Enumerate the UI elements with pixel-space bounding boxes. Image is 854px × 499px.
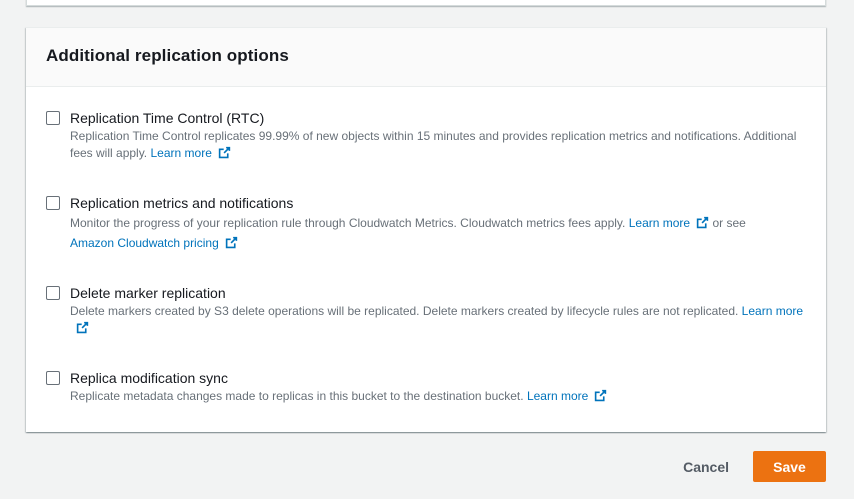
- delete-marker-description-text: Delete markers created by S3 delete oper…: [70, 304, 739, 318]
- metrics-or-see-text: or see: [712, 216, 746, 230]
- cancel-button[interactable]: Cancel: [667, 451, 745, 482]
- form-actions: Cancel Save: [667, 451, 826, 482]
- external-link-icon: [76, 321, 89, 334]
- cloudwatch-pricing-text: Amazon Cloudwatch pricing: [70, 236, 219, 250]
- option-replica-sync: Replica modification sync Replicate meta…: [46, 369, 806, 419]
- metrics-learn-more-link[interactable]: Learn more: [629, 216, 709, 230]
- panel-title: Additional replication options: [46, 46, 289, 65]
- replica-sync-description-text: Replicate metadata changes made to repli…: [70, 389, 524, 403]
- delete-marker-learn-more-text: Learn more: [741, 304, 804, 318]
- rtc-description: Replication Time Control replicates 99.9…: [70, 128, 806, 162]
- replica-sync-checkbox[interactable]: [46, 371, 60, 385]
- panel-body: Replication Time Control (RTC) Replicati…: [26, 87, 826, 419]
- delete-marker-description: Delete markers created by S3 delete oper…: [70, 303, 806, 337]
- option-rtc: Replication Time Control (RTC) Replicati…: [46, 109, 806, 194]
- save-button[interactable]: Save: [753, 451, 826, 482]
- external-link-icon: [595, 389, 607, 402]
- replica-sync-learn-more-link[interactable]: Learn more: [527, 389, 607, 403]
- rtc-label[interactable]: Replication Time Control (RTC): [70, 109, 806, 127]
- additional-replication-options-panel: Additional replication options Replicati…: [26, 27, 826, 432]
- rtc-learn-more-link[interactable]: Learn more: [151, 146, 231, 160]
- option-metrics: Replication metrics and notifications Mo…: [46, 194, 806, 284]
- external-link-icon: [225, 236, 237, 249]
- panel-header: Additional replication options: [26, 28, 826, 87]
- replica-sync-label[interactable]: Replica modification sync: [70, 369, 806, 387]
- metrics-checkbox[interactable]: [46, 196, 60, 210]
- external-link-icon: [218, 146, 231, 159]
- delete-marker-checkbox[interactable]: [46, 286, 60, 300]
- metrics-description-text: Monitor the progress of your replication…: [70, 216, 626, 230]
- metrics-label[interactable]: Replication metrics and notifications: [70, 194, 806, 212]
- previous-panel-bottom: [26, 0, 826, 6]
- rtc-checkbox[interactable]: [46, 111, 60, 125]
- delete-marker-label[interactable]: Delete marker replication: [70, 284, 806, 302]
- replica-sync-description: Replicate metadata changes made to repli…: [70, 388, 806, 405]
- metrics-description: Monitor the progress of your replication…: [70, 213, 806, 253]
- metrics-learn-more-text: Learn more: [628, 216, 691, 230]
- rtc-learn-more-text: Learn more: [150, 146, 212, 160]
- replica-sync-learn-more-text: Learn more: [526, 389, 589, 403]
- option-delete-marker: Delete marker replication Delete markers…: [46, 284, 806, 369]
- cloudwatch-pricing-link[interactable]: Amazon Cloudwatch pricing: [70, 236, 238, 250]
- external-link-icon: [696, 216, 709, 229]
